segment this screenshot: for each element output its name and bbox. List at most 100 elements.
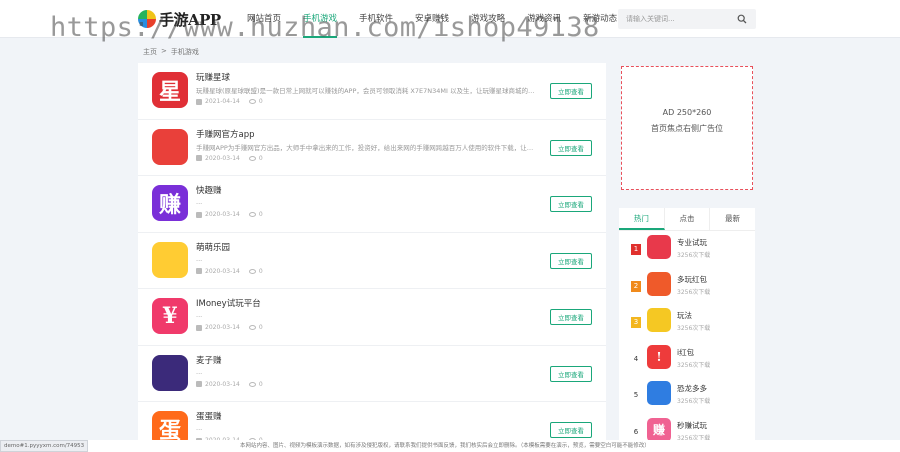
- ad-slot-text: 首页焦点右侧广告位: [651, 124, 723, 133]
- list-item: 赚 快趣赚 ... 2020-03-14 0 立即查看: [138, 176, 606, 233]
- app-title[interactable]: IMoney试玩平台: [196, 297, 261, 309]
- app-description: ...: [196, 311, 203, 319]
- list-item: 蛋 蛋蛋赚 ... 2020-03-140 立即查看: [138, 402, 606, 443]
- rank-downloads: 3256次下载: [677, 325, 711, 332]
- ad-placeholder[interactable]: AD 250*260 首页焦点右侧广告位: [621, 66, 753, 190]
- nav-game-news[interactable]: 游戏资讯: [516, 0, 572, 38]
- app-icon[interactable]: [647, 235, 671, 259]
- rank-number: 1: [631, 244, 641, 255]
- main-nav: 网站首页 手机游戏 手机软件 安卓赚钱 游戏攻略 游戏资讯 新游动态: [236, 0, 628, 38]
- rank-item[interactable]: 4 ! i红包 3256次下载: [619, 341, 755, 378]
- app-title[interactable]: 麦子赚: [196, 354, 222, 366]
- rank-app-name[interactable]: 恐龙多多: [677, 383, 707, 394]
- site-logo[interactable]: 手游APP: [138, 8, 221, 30]
- breadcrumb-home[interactable]: 主页: [143, 47, 157, 57]
- calendar-icon: [196, 268, 202, 274]
- rank-downloads: 3256次下载: [677, 361, 711, 369]
- calendar-icon: [196, 98, 202, 105]
- calendar-icon: [196, 381, 202, 387]
- view-now-button[interactable]: 立即查看: [550, 196, 592, 212]
- nav-home[interactable]: 网站首页: [236, 0, 292, 38]
- app-description: ...: [196, 424, 203, 432]
- rank-app-name[interactable]: 玩法: [677, 310, 692, 321]
- rank-app-name[interactable]: i红包: [677, 347, 694, 358]
- tab-clicks[interactable]: 点击: [665, 208, 711, 230]
- rank-app-name[interactable]: 多玩红包: [677, 274, 707, 285]
- app-icon[interactable]: 赚: [152, 185, 188, 221]
- calendar-icon: [196, 324, 202, 331]
- rank-item[interactable]: 3 玩法 3256次下载: [619, 304, 755, 341]
- rank-item[interactable]: 2 多玩红包 3256次下载: [619, 268, 755, 305]
- app-icon[interactable]: 赚: [647, 417, 671, 442]
- view-now-button[interactable]: 立即查看: [550, 83, 592, 99]
- nav-mobile-software[interactable]: 手机软件: [348, 0, 404, 38]
- app-icon[interactable]: [647, 308, 671, 332]
- view-now-button[interactable]: 立即查看: [550, 139, 592, 156]
- breadcrumb-current[interactable]: 手机游戏: [171, 47, 199, 57]
- view-now-button[interactable]: 立即查看: [550, 365, 592, 382]
- app-icon[interactable]: [152, 354, 188, 391]
- rank-item[interactable]: 1 专业试玩 3256次下载: [619, 231, 755, 268]
- rank-app-name[interactable]: 专业试玩: [677, 237, 707, 248]
- app-description: ...: [196, 198, 203, 206]
- rank-downloads: 3256次下载: [677, 398, 711, 405]
- rank-number: 6: [633, 427, 639, 436]
- app-meta: 2020-03-14 0: [196, 268, 263, 275]
- rank-downloads: 3256次下载: [677, 252, 711, 259]
- app-icon[interactable]: [647, 271, 671, 296]
- app-list: 星 玩赚星球 玩赚星球(原星球联盟)是一款日常上网就可以赚钱的APP，会员可领取…: [138, 63, 606, 443]
- rank-downloads: 3256次下载: [677, 288, 711, 296]
- list-item: 麦子赚 ... 2020-03-14 0 立即查看: [138, 346, 606, 402]
- app-title[interactable]: 手赚网官方app: [196, 128, 255, 140]
- app-views: 0: [258, 380, 263, 388]
- app-icon[interactable]: ¥: [152, 298, 188, 334]
- tab-latest[interactable]: 最新: [710, 208, 755, 230]
- app-views: 0: [258, 154, 263, 162]
- app-date: 2020-03-14: [205, 211, 240, 218]
- ranking-panel: 热门 点击 最新 1 专业试玩 3256次下载 2 多玩红包 3256次下载 3…: [619, 208, 755, 448]
- nav-android-earn[interactable]: 安卓赚钱: [404, 0, 460, 38]
- app-icon[interactable]: !: [647, 344, 671, 369]
- view-now-button[interactable]: 立即查看: [550, 422, 592, 438]
- logo-icon: [138, 10, 156, 28]
- eye-icon: [248, 268, 256, 274]
- app-views: 0: [258, 324, 263, 331]
- app-title[interactable]: 玩赚星球: [196, 71, 230, 83]
- list-item: 星 玩赚星球 玩赚星球(原星球联盟)是一款日常上网就可以赚钱的APP，会员可领取…: [138, 63, 606, 120]
- view-now-button[interactable]: 立即查看: [550, 252, 592, 269]
- app-icon[interactable]: 星: [152, 72, 188, 108]
- search-icon[interactable]: [737, 14, 747, 24]
- app-meta: 2020-03-14 0: [196, 381, 263, 388]
- calendar-icon: [196, 155, 202, 161]
- app-date: 2020-03-14: [205, 267, 240, 275]
- app-title[interactable]: 萌萌乐园: [196, 241, 230, 253]
- ranking-tabs: 热门 点击 最新: [619, 208, 755, 231]
- app-date: 2020-03-14: [205, 324, 240, 331]
- app-title[interactable]: 蛋蛋赚: [196, 410, 222, 422]
- app-icon[interactable]: 蛋: [152, 411, 188, 443]
- eye-icon: [248, 155, 256, 161]
- tab-hot[interactable]: 热门: [619, 208, 665, 230]
- breadcrumb-separator: >: [161, 47, 167, 55]
- rank-number: 4: [633, 354, 639, 363]
- app-icon[interactable]: [647, 381, 671, 405]
- rank-number: 3: [631, 317, 641, 328]
- app-meta: 2021-04-14 0: [196, 98, 263, 105]
- list-item: ¥ IMoney试玩平台 ... 2020-03-14 0 立即查看: [138, 289, 606, 346]
- rank-app-name[interactable]: 秒赚试玩: [677, 420, 707, 431]
- eye-icon: [248, 381, 256, 387]
- app-title[interactable]: 快趣赚: [196, 184, 222, 196]
- view-now-button[interactable]: 立即查看: [550, 309, 592, 325]
- rank-number: 5: [633, 391, 639, 399]
- site-footer: 本网站内容、图片、视频为模板演示数据，如有涉及侵犯版权，请联系我们提供书面反馈，…: [0, 440, 900, 452]
- rank-item[interactable]: 5 恐龙多多 3256次下载: [619, 377, 755, 414]
- nav-game-guides[interactable]: 游戏攻略: [460, 0, 516, 38]
- app-icon[interactable]: [152, 128, 188, 165]
- search-input[interactable]: [626, 12, 734, 26]
- nav-mobile-games[interactable]: 手机游戏: [292, 0, 348, 38]
- app-icon[interactable]: [152, 241, 188, 278]
- eye-icon: [248, 325, 256, 330]
- logo-text: 手游APP: [159, 10, 221, 29]
- breadcrumb: 主页 > 手机游戏: [143, 47, 199, 57]
- eye-icon: [248, 212, 256, 217]
